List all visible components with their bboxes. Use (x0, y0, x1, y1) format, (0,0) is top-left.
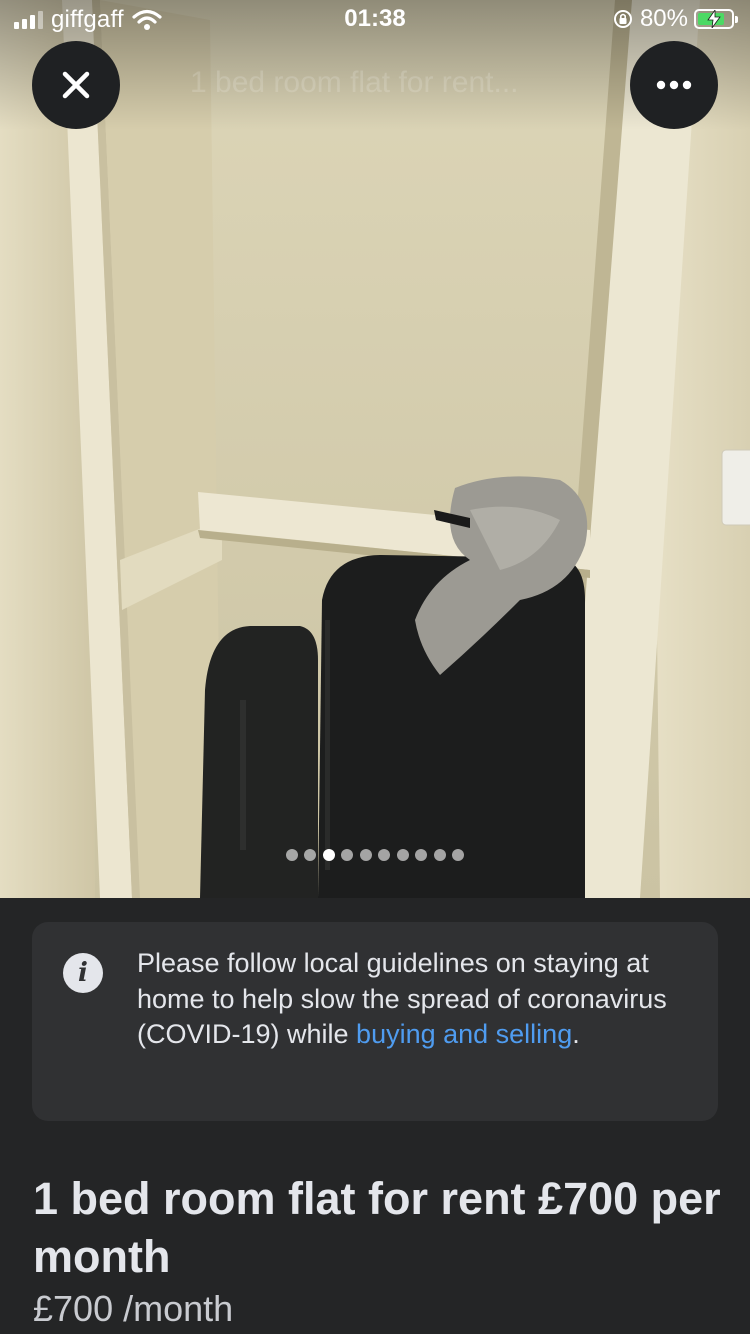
notice-text: Please follow local guidelines on stayin… (137, 946, 697, 1053)
close-button[interactable] (32, 41, 120, 129)
buying-and-selling-link[interactable]: buying and selling (356, 1019, 572, 1049)
more-horizontal-icon (656, 80, 692, 90)
header-title: 1 bed room flat for rent... (190, 66, 519, 99)
battery-icon (694, 9, 738, 29)
pagination-dot (359, 849, 372, 861)
orientation-lock-icon (613, 10, 632, 28)
pagination-dot (433, 849, 446, 861)
pagination-dot (304, 849, 317, 861)
status-right: 80% (612, 5, 738, 33)
status-bar: giffgaff 01:38 80% (0, 0, 750, 40)
close-icon (62, 71, 90, 99)
listing-photo[interactable] (0, 0, 750, 898)
listing-price: £700 /month (33, 1288, 233, 1330)
pagination-dot (285, 849, 298, 861)
notice-text-end: . (572, 1019, 580, 1049)
price-period: /month (123, 1288, 234, 1329)
pagination-dot (452, 849, 465, 861)
listing-title: 1 bed room flat for rent £700 per month (33, 1173, 721, 1282)
info-icon: i (63, 953, 103, 993)
pagination-dot (378, 849, 391, 861)
marketplace-listing-screen: giffgaff 01:38 80% 1 bed room flat for r… (0, 0, 750, 1334)
pagination-dot (396, 849, 409, 861)
pagination-dot-active (322, 849, 335, 861)
more-options-button[interactable] (630, 41, 718, 129)
pagination-dot (415, 849, 428, 861)
listing-photo-image (0, 0, 750, 898)
photo-pagination-dots (0, 849, 750, 861)
covid-notice-card: i Please follow local guidelines on stay… (32, 922, 718, 1121)
price-amount: £700 (33, 1288, 114, 1329)
pagination-dot (341, 849, 354, 861)
charging-bolt-icon (707, 10, 721, 28)
battery-percent: 80% (639, 5, 688, 32)
